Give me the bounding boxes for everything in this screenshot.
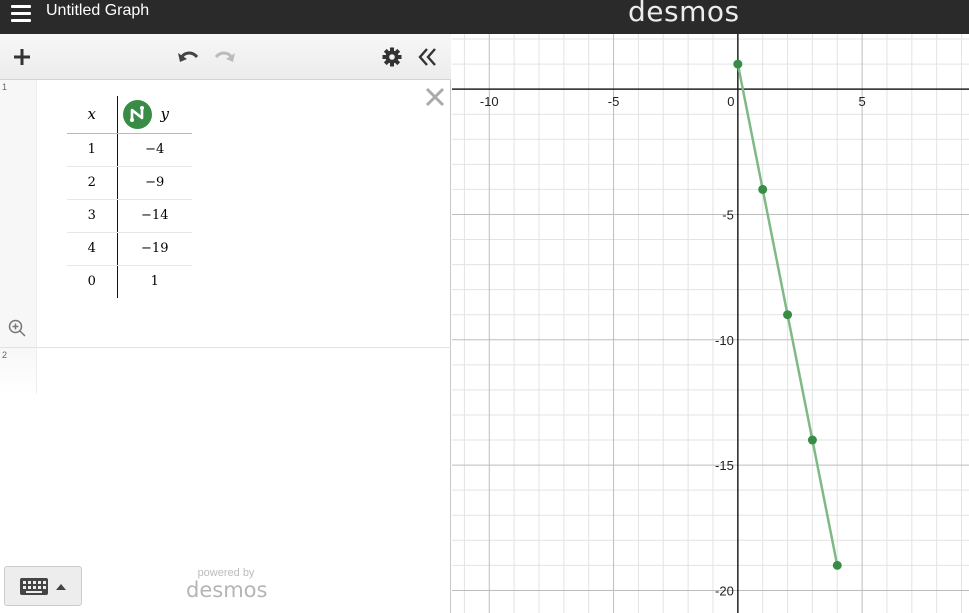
table-cell-y[interactable]: −4 <box>117 133 192 167</box>
table-cell-x[interactable]: 0 <box>67 265 118 298</box>
expression-panel: 1 x y 1 −4 2 −9 3 −14 4 −19 0 1 2 powere… <box>0 34 451 613</box>
desmos-logo: desmos <box>628 0 740 28</box>
expression-item-empty[interactable]: 2 <box>0 348 451 394</box>
powered-by-desmos: powered by desmos <box>186 567 268 602</box>
redo-icon[interactable] <box>211 43 239 71</box>
column-header-y[interactable]: y <box>117 96 192 134</box>
expression-toolbar <box>0 34 451 80</box>
x-tick-label: -5 <box>608 94 620 109</box>
table-cell-x[interactable]: 3 <box>67 199 118 233</box>
graph-canvas[interactable]: -10 -5 0 5 -5 -10 -15 -20 <box>452 34 969 613</box>
close-icon[interactable] <box>424 86 446 108</box>
column-header-x[interactable]: x <box>67 96 118 134</box>
graph-paper[interactable]: -10 -5 0 5 -5 -10 -15 -20 <box>452 34 969 613</box>
expression-number: 1 <box>2 82 8 92</box>
data-point[interactable] <box>807 435 817 445</box>
x-tick-label: -10 <box>480 94 499 109</box>
keyboard-icon <box>20 578 66 595</box>
table-row: 2 −9 <box>67 166 192 200</box>
series-style-icon[interactable] <box>122 99 152 129</box>
data-point[interactable] <box>832 560 842 570</box>
powered-by-logo: desmos <box>186 578 268 602</box>
hamburger-menu-icon[interactable] <box>11 5 31 23</box>
y-tick-label: -20 <box>715 583 734 598</box>
table-row: 4 −19 <box>67 232 192 266</box>
table-row: 1 −4 <box>67 133 192 167</box>
keyboard-toggle-button[interactable] <box>4 566 82 606</box>
zoom-fit-icon[interactable] <box>8 319 26 337</box>
table-row: 0 1 <box>67 265 192 298</box>
plus-icon[interactable] <box>8 43 36 71</box>
data-point[interactable] <box>758 184 768 194</box>
y-tick-label: -10 <box>715 333 734 348</box>
expression-number: 2 <box>2 350 8 360</box>
table-cell-x[interactable]: 1 <box>67 133 118 167</box>
expression-tab[interactable]: 2 <box>0 348 37 394</box>
column-header-y-label: y <box>160 105 169 124</box>
y-tick-label: -15 <box>715 458 734 473</box>
graph-title[interactable]: Untitled Graph <box>46 2 149 20</box>
table-cell-y[interactable]: −9 <box>117 166 192 200</box>
table-row: 3 −14 <box>67 199 192 233</box>
data-point[interactable] <box>783 310 793 320</box>
double-chevron-left-icon[interactable] <box>414 43 442 71</box>
top-bar: Untitled Graph desmos <box>0 0 969 34</box>
expression-tab[interactable]: 1 <box>0 80 37 347</box>
x-tick-label: 5 <box>859 94 866 109</box>
table-cell-x[interactable]: 2 <box>67 166 118 200</box>
table-cell-x[interactable]: 4 <box>67 232 118 266</box>
data-table: x y 1 −4 2 −9 3 −14 4 −19 0 1 <box>67 96 192 298</box>
gear-icon[interactable] <box>378 43 406 71</box>
undo-icon[interactable] <box>174 43 202 71</box>
x-tick-label: 0 <box>727 94 734 109</box>
data-point[interactable] <box>733 59 743 69</box>
table-cell-y[interactable]: −14 <box>117 199 192 233</box>
table-cell-y[interactable]: 1 <box>117 265 192 298</box>
y-tick-label: -5 <box>722 207 734 222</box>
table-cell-y[interactable]: −19 <box>117 232 192 266</box>
